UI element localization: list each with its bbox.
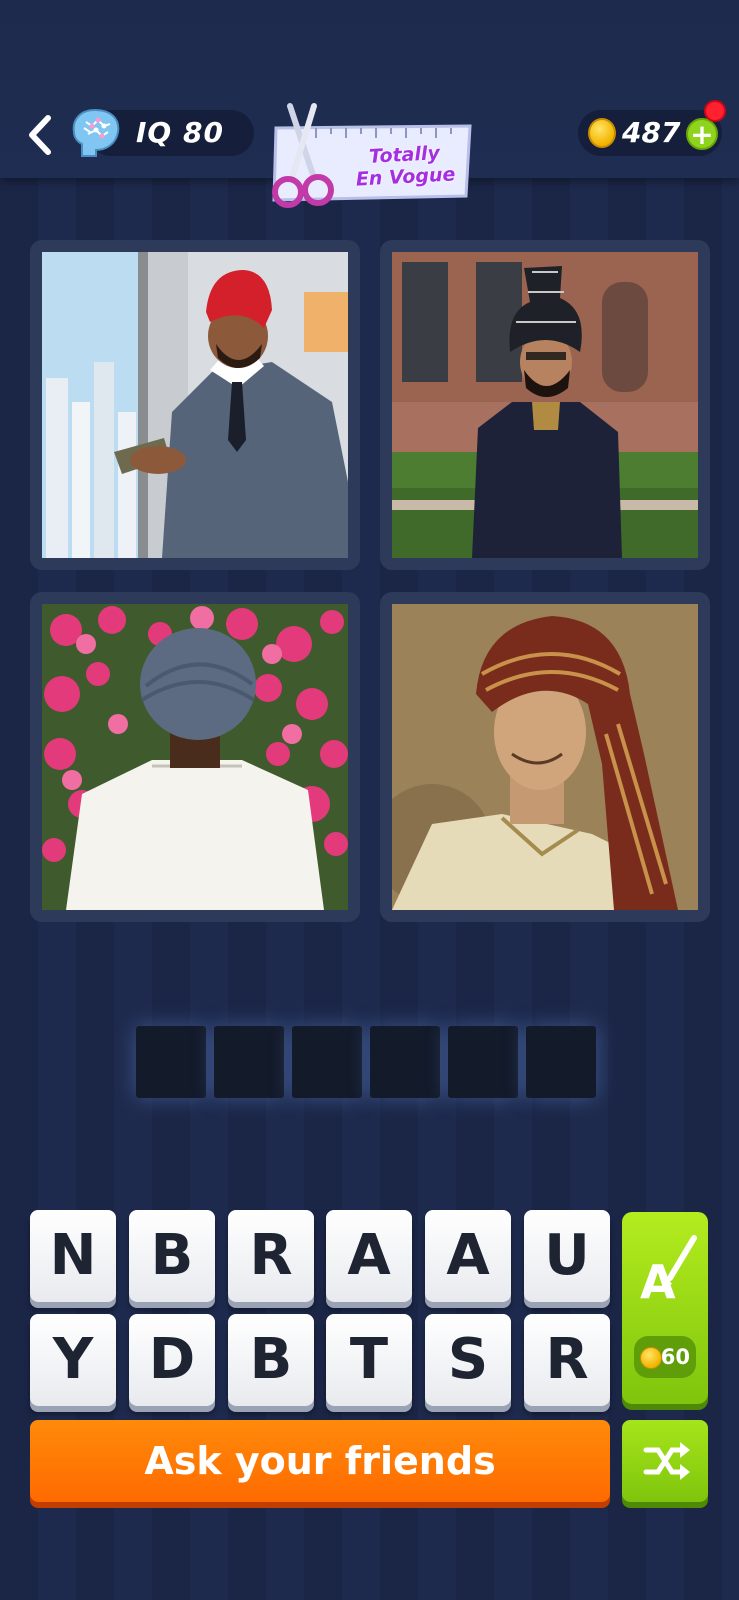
picture-tile-2[interactable]: [380, 240, 710, 570]
coin-balance: 487: [622, 116, 681, 149]
photo-man-red-turban: [42, 252, 348, 558]
coin-icon: [588, 118, 616, 148]
letter-key[interactable]: U: [524, 1210, 610, 1302]
photo-man-blue-turban: [42, 604, 348, 910]
answer-slot-3[interactable]: [292, 1026, 362, 1098]
letter-key[interactable]: D: [129, 1314, 215, 1406]
back-arrow-icon: [29, 115, 51, 155]
answer-slot-1[interactable]: [136, 1026, 206, 1098]
answer-slots: [136, 1026, 606, 1100]
letter-key[interactable]: B: [228, 1314, 314, 1406]
picture-tile-3[interactable]: [30, 592, 360, 922]
hint-button[interactable]: A 60: [622, 1212, 708, 1404]
svg-text:A: A: [640, 1255, 676, 1309]
photo-man-black-turban: [392, 252, 698, 558]
letter-key[interactable]: T: [326, 1314, 412, 1406]
hint-price-value: 60: [660, 1345, 690, 1369]
ask-friends-button[interactable]: Ask your friends: [30, 1420, 610, 1502]
picture-tile-1[interactable]: [30, 240, 360, 570]
letter-key[interactable]: A: [425, 1210, 511, 1302]
coin-icon: [640, 1347, 662, 1369]
letter-key[interactable]: R: [228, 1210, 314, 1302]
letter-key[interactable]: R: [524, 1314, 610, 1406]
picture-tile-4[interactable]: [380, 592, 710, 922]
category-title: Totally En Vogue: [329, 140, 481, 192]
letter-key[interactable]: Y: [30, 1314, 116, 1406]
add-coins-button[interactable]: +: [686, 118, 718, 150]
answer-slot-4[interactable]: [370, 1026, 440, 1098]
notification-dot: [704, 100, 726, 122]
photo-man-brown-turban: [392, 604, 698, 910]
answer-slot-5[interactable]: [448, 1026, 518, 1098]
letter-key[interactable]: S: [425, 1314, 511, 1406]
answer-slot-2[interactable]: [214, 1026, 284, 1098]
iq-level: IQ 80: [136, 116, 224, 149]
letter-key[interactable]: B: [129, 1210, 215, 1302]
hint-price: 60: [634, 1336, 696, 1378]
letter-key[interactable]: A: [326, 1210, 412, 1302]
shuffle-icon: [643, 1442, 690, 1480]
brain-icon: [66, 104, 124, 162]
magic-letter-icon: A: [640, 1235, 697, 1309]
back-button[interactable]: [22, 110, 62, 160]
shuffle-button[interactable]: [622, 1420, 708, 1502]
letter-key[interactable]: N: [30, 1210, 116, 1302]
answer-slot-6[interactable]: [526, 1026, 596, 1098]
